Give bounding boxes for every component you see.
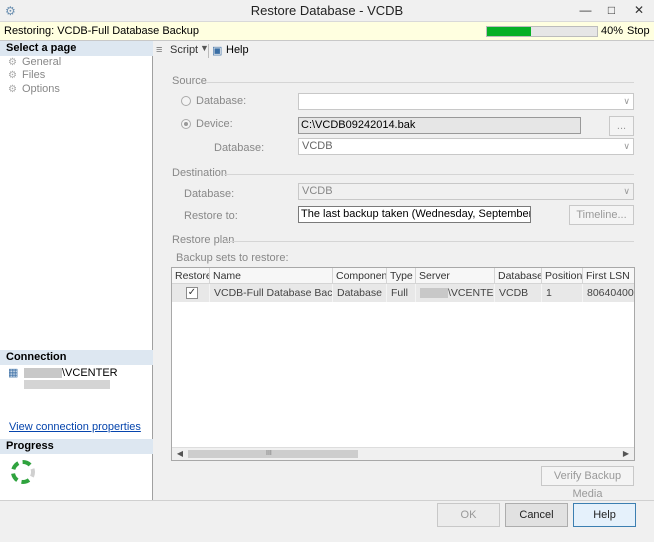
- dialog-footer: OK Cancel Help: [0, 500, 654, 542]
- position-cell: 1: [542, 284, 583, 302]
- script-button[interactable]: ≡ Script: [156, 44, 198, 56]
- restore-to-field[interactable]: The last backup taken (Wednesday, Septem…: [298, 206, 531, 223]
- connection-user-redacted: [24, 380, 110, 389]
- first-lsn-cell: 8064040000: [583, 284, 634, 302]
- restoring-status-text: Restoring: VCDB-Full Database Backup: [4, 25, 200, 37]
- stop-button[interactable]: Stop: [627, 22, 650, 41]
- browse-device-button[interactable]: ...: [609, 116, 634, 136]
- column-header-component[interactable]: Component: [333, 268, 387, 284]
- page-item-files[interactable]: ⚙ Files: [8, 69, 45, 82]
- chevron-down-icon: ∨: [623, 141, 630, 151]
- server-icon: ▦: [8, 367, 19, 379]
- server-cell: \VCENTER: [416, 284, 495, 302]
- cancel-button[interactable]: Cancel: [505, 503, 568, 527]
- restore-status-bar: Restoring: VCDB-Full Database Backup 40%…: [0, 22, 654, 41]
- name-cell: VCDB-Full Database Backup: [210, 284, 333, 302]
- verify-backup-media-button[interactable]: Verify Backup Media: [541, 466, 634, 500]
- column-header-first-lsn[interactable]: First LSN: [583, 268, 634, 284]
- close-button[interactable]: ✕: [624, 0, 654, 22]
- script-icon: ≡: [156, 44, 163, 56]
- page-item-options[interactable]: ⚙ Options: [8, 83, 60, 96]
- divider: [206, 82, 634, 83]
- source-database-radio[interactable]: [181, 96, 191, 106]
- progress-spinner-icon: [11, 460, 35, 484]
- destination-database-value: VCDB: [302, 185, 333, 197]
- script-label: Script: [170, 44, 199, 56]
- column-header-restore[interactable]: Restore: [172, 268, 210, 284]
- type-cell: Full: [387, 284, 416, 302]
- page-item-general[interactable]: ⚙ General: [8, 56, 61, 69]
- page-item-label: Options: [22, 83, 60, 95]
- destination-database-label: Database:: [184, 188, 235, 200]
- table-row[interactable]: ✓ VCDB-Full Database Backup Database Ful…: [172, 284, 634, 302]
- connection-server-name: \VCENTER: [62, 367, 118, 379]
- horizontal-scrollbar[interactable]: ◀ III ▶: [172, 447, 634, 460]
- timeline-button[interactable]: Timeline...: [569, 205, 634, 225]
- minimize-button[interactable]: —: [572, 0, 599, 22]
- page-item-label: General: [22, 56, 62, 68]
- scroll-grip: III: [266, 450, 272, 457]
- destination-database-combo[interactable]: VCDB ∨: [298, 183, 634, 200]
- device-path-field[interactable]: C:\VCDB09242014.bak: [298, 117, 581, 134]
- toolbar-separator: [208, 44, 209, 58]
- restore-cell: ✓: [172, 284, 210, 302]
- maximize-button[interactable]: □: [598, 0, 625, 22]
- scroll-right-icon[interactable]: ▶: [620, 448, 632, 460]
- source-database-radio-label: Database:: [196, 95, 247, 107]
- page-icon: ⚙: [8, 70, 17, 81]
- left-pane: Select a page ⚙ General ⚙ Files ⚙ Option…: [0, 41, 153, 500]
- page-item-label: Files: [22, 69, 46, 81]
- help-toolbar-button[interactable]: ▣ Help: [212, 44, 249, 57]
- restore-checkbox[interactable]: ✓: [186, 287, 198, 299]
- backup-sets-label: Backup sets to restore:: [176, 252, 289, 264]
- connection-header: Connection: [0, 350, 153, 365]
- window-title: Restore Database - VCDB: [250, 3, 404, 18]
- grid-header: Restore Name Component Type Server Datab…: [172, 268, 634, 284]
- source-database-label: Database:: [214, 142, 265, 154]
- component-cell: Database: [333, 284, 387, 302]
- divider: [226, 241, 634, 242]
- column-header-database[interactable]: Database: [495, 268, 542, 284]
- source-device-radio-label: Device:: [196, 118, 233, 130]
- ok-button[interactable]: OK: [437, 503, 500, 527]
- scrollbar-thumb[interactable]: III: [188, 450, 358, 458]
- backup-sets-grid: Restore Name Component Type Server Datab…: [171, 267, 635, 461]
- destination-group-label: Destination: [172, 167, 228, 179]
- source-group-label: Source: [172, 75, 207, 87]
- page-icon: ⚙: [8, 84, 17, 95]
- connection-server: ▦ \VCENTER: [8, 367, 118, 380]
- database-cell: VCDB: [495, 284, 542, 302]
- restore-plan-group-label: Restore plan: [172, 234, 235, 246]
- restore-to-label: Restore to:: [184, 210, 238, 222]
- chevron-down-icon: ∨: [623, 186, 630, 196]
- help-toolbar-label: Help: [226, 44, 249, 56]
- redacted-text: [24, 368, 62, 379]
- help-icon: ▣: [212, 45, 223, 57]
- scroll-left-icon[interactable]: ◀: [174, 448, 186, 460]
- view-connection-properties-link[interactable]: View connection properties: [9, 421, 141, 433]
- source-device-radio[interactable]: [181, 119, 191, 129]
- source-database-value: VCDB: [302, 140, 333, 152]
- source-database-combo[interactable]: ∨: [298, 93, 634, 110]
- page-icon: ⚙: [8, 57, 17, 68]
- divider: [224, 174, 634, 175]
- help-button[interactable]: Help: [573, 503, 636, 527]
- redacted-text: [420, 288, 448, 299]
- restore-progress-bar: [486, 26, 598, 37]
- progress-header: Progress: [0, 439, 153, 454]
- progress-percent: 40%: [601, 25, 624, 37]
- general-page: Source Database: ∨ Device: C:\VCDB092420…: [154, 61, 654, 500]
- column-header-position[interactable]: Position: [542, 268, 583, 284]
- server-cell-value: \VCENTER: [448, 287, 494, 299]
- title-bar: ⚙ Restore Database - VCDB — □ ✕: [0, 0, 654, 22]
- toolbar: ≡ Script ▼ ▣ Help: [154, 41, 654, 61]
- source-database-select[interactable]: VCDB ∨: [298, 138, 634, 155]
- select-page-header: Select a page: [0, 41, 153, 56]
- chevron-down-icon: ∨: [623, 96, 630, 106]
- column-header-name[interactable]: Name: [210, 268, 333, 284]
- column-header-server[interactable]: Server: [416, 268, 495, 284]
- column-header-type[interactable]: Type: [387, 268, 416, 284]
- restore-progress-fill: [487, 27, 531, 36]
